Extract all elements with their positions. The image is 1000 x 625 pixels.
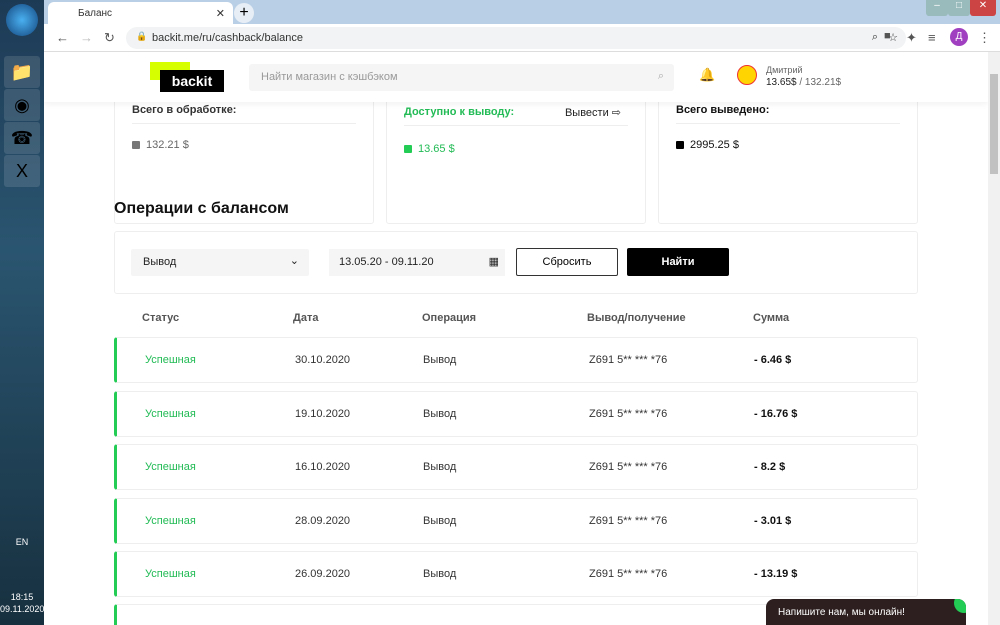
search-icon[interactable]: ⌕ (658, 70, 664, 83)
search-placeholder: Найти магазин с кэшбэком (261, 71, 398, 83)
column-header-operation: Операция (422, 312, 477, 324)
clock-date[interactable]: 09.11.2020 (0, 604, 44, 614)
calendar-icon: ▦ (488, 256, 499, 268)
excel-taskbar-icon[interactable]: X (4, 155, 40, 187)
operation-type-select[interactable]: Вывод ⌄ (131, 249, 309, 276)
card-available: Доступно к выводу: Вывести ⇨ 13.65 $ (386, 92, 646, 224)
chevron-down-icon: ⌄ (289, 255, 299, 267)
table-row[interactable]: Успешная 16.10.2020 Вывод Z691 5** *** *76 -… (114, 444, 918, 490)
notification-bell-icon[interactable]: 🔔 (699, 67, 715, 83)
tab-other-3[interactable] (614, 2, 799, 24)
sum-cell: - 8.2 $ (754, 461, 786, 473)
column-header-status: Статус (142, 312, 180, 324)
scrollbar[interactable] (988, 52, 1000, 625)
operations-title: Операции с балансом (114, 200, 289, 217)
date-cell: 26.09.2020 (295, 568, 351, 580)
date-range-input[interactable]: 13.05.20 - 09.11.20 ▦ (329, 249, 505, 276)
windows-taskbar: 📁 ◉ ☎ X EN 18:15 09.11.2020 (0, 0, 44, 625)
date-cell: 30.10.2020 (295, 354, 351, 366)
store-search-input[interactable]: Найти магазин с кэшбэком ⌕ (249, 64, 674, 91)
url-input[interactable]: 🔒 backit.me/ru/cashback/balance ⌕ ☆ (126, 27, 906, 49)
table-row[interactable]: Успешная 30.10.2020 Вывод Z691 5** *** *76 -… (114, 337, 918, 383)
extension-icon[interactable]: ■ (884, 30, 891, 42)
back-icon[interactable]: ← (56, 30, 69, 45)
sum-cell: - 16.76 $ (754, 407, 798, 420)
operation-cell: Вывод (423, 461, 457, 473)
tab-other-1[interactable] (244, 2, 429, 24)
new-tab-button[interactable]: + (234, 3, 254, 23)
status-cell: Успешная (145, 514, 196, 527)
chat-widget[interactable]: Напишите нам, мы онлайн! (766, 599, 966, 625)
column-header-date: Дата (293, 312, 319, 324)
menu-icon[interactable]: ⋮ (978, 30, 991, 46)
card-value: 132.21 $ (132, 139, 189, 151)
close-window-button[interactable]: ✕ (970, 0, 996, 16)
status-cell: Успешная (145, 568, 196, 580)
profile-avatar[interactable]: Д (950, 28, 968, 46)
sum-cell: - 13.19 $ (754, 568, 798, 580)
column-header-sum: Сумма (753, 312, 790, 324)
reload-icon[interactable]: ↻ (104, 30, 115, 46)
status-cell: Успешная (145, 354, 196, 366)
minimize-button[interactable]: – (926, 0, 948, 16)
tab-bar: Баланс ✕ + – □ ✕ (44, 0, 1000, 24)
media-icon[interactable]: ≡ (928, 30, 936, 45)
user-name[interactable]: Дмитрий (766, 65, 803, 75)
viber-taskbar-icon[interactable]: ☎ (4, 122, 40, 154)
date-cell: 28.09.2020 (295, 514, 351, 527)
status-cell: Успешная (145, 461, 196, 473)
clock-time[interactable]: 18:15 (0, 592, 44, 602)
backit-logo[interactable]: backit (150, 62, 226, 92)
date-cell: 16.10.2020 (295, 461, 351, 473)
operation-cell: Вывод (423, 568, 457, 580)
url-text: backit.me/ru/cashback/balance (152, 32, 304, 44)
find-button[interactable]: Найти (627, 248, 729, 276)
address-bar-row: ← → ↻ 🔒 backit.me/ru/cashback/balance ⌕ … (44, 24, 1000, 52)
zoom-icon[interactable]: ⌕ (872, 31, 878, 44)
account-cell: Z691 5** *** *76 (589, 514, 668, 527)
operation-cell: Вывод (423, 514, 457, 527)
account-cell: Z691 5** *** *76 (589, 407, 668, 420)
site-header: backit Найти магазин с кэшбэком ⌕ 🔔 Дмит… (44, 52, 988, 102)
card-value: 13.65 $ (404, 143, 455, 155)
close-tab-icon[interactable]: ✕ (216, 7, 225, 20)
operation-cell: Вывод (423, 407, 457, 420)
forward-icon[interactable]: → (80, 30, 93, 45)
start-button[interactable] (6, 4, 38, 36)
lock-icon: 🔒 (136, 31, 148, 41)
page-content: backit Найти магазин с кэшбэком ⌕ 🔔 Дмит… (44, 52, 988, 625)
card-title: Всего выведено: (676, 104, 770, 116)
account-cell: Z691 5** *** *76 (589, 568, 668, 580)
column-header-account: Вывод/получение (587, 312, 686, 324)
table-row[interactable]: Успешная 26.09.2020 Вывод Z691 5** *** *76 -… (114, 551, 918, 597)
tab-other-2[interactable] (429, 2, 614, 24)
withdraw-link[interactable]: Вывести ⇨ (565, 106, 621, 119)
table-row[interactable]: Успешная 28.09.2020 Вывод Z691 5** *** *76 -… (114, 497, 918, 544)
card-withdrawn: Всего выведено: 2995.25 $ (658, 92, 918, 224)
status-cell: Успешная (145, 407, 196, 420)
explorer-taskbar-icon[interactable]: 📁 (4, 56, 40, 88)
tab-balance[interactable]: Баланс ✕ (48, 2, 233, 24)
table-row[interactable]: Успешная 19.10.2020 Вывод Z691 5** *** *76 -… (114, 390, 918, 437)
card-title: Доступно к выводу: (404, 106, 515, 118)
user-balance: 13.65$ / 132.21$ (766, 77, 842, 88)
tab-title: Баланс (78, 8, 113, 19)
operation-cell: Вывод (423, 354, 457, 366)
sum-cell: - 3.01 $ (754, 514, 792, 527)
maximize-button[interactable]: □ (948, 0, 970, 16)
account-cell: Z691 5** *** *76 (589, 354, 668, 366)
reset-button[interactable]: Сбросить (516, 248, 618, 276)
filters-panel: Вывод ⌄ 13.05.20 - 09.11.20 ▦ Сбросить Най… (114, 231, 918, 294)
sum-cell: - 6.46 $ (754, 354, 792, 366)
withdraw-icon: ⇨ (611, 107, 621, 119)
language-indicator[interactable]: EN (0, 537, 44, 547)
extensions-puzzle-icon[interactable]: ✦ (906, 30, 917, 46)
user-avatar[interactable] (737, 65, 757, 85)
card-title: Всего в обработке: (132, 104, 237, 116)
chrome-taskbar-icon[interactable]: ◉ (4, 89, 40, 121)
card-value: 2995.25 $ (676, 139, 739, 151)
date-cell: 19.10.2020 (295, 407, 351, 420)
account-cell: Z691 5** *** *76 (589, 461, 668, 473)
